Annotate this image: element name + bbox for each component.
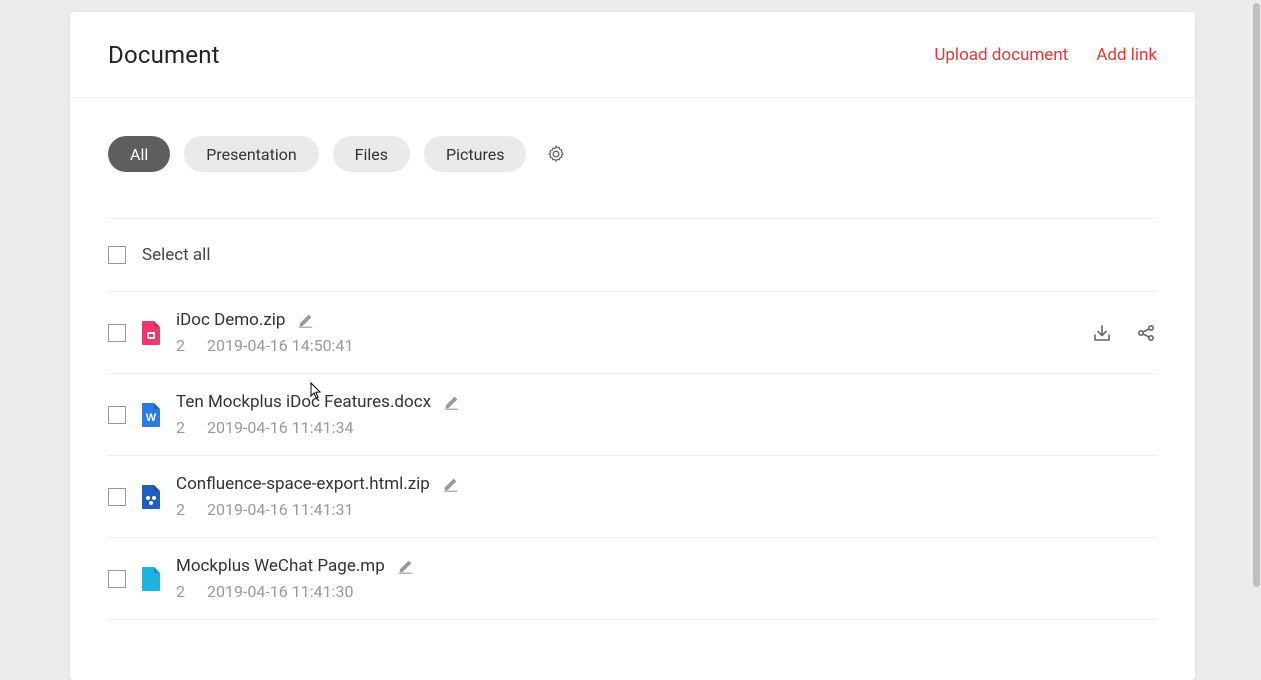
file-timestamp: 2019-04-16 14:50:41 [207,336,353,355]
file-count: 2 [176,418,185,437]
select-all-checkbox[interactable] [108,246,126,264]
file-meta: 2 2019-04-16 11:41:31 [176,500,1157,519]
file-timestamp: 2019-04-16 11:41:34 [207,418,353,437]
page-title: Document [108,41,220,69]
download-icon[interactable] [1091,322,1113,344]
file-checkbox[interactable] [108,488,126,506]
file-checkbox[interactable] [108,324,126,342]
file-count: 2 [176,582,185,601]
file-row[interactable]: iDoc Demo.zip 2 2019-04-16 14:50:41 [108,292,1157,374]
panel-header: Document Upload document Add link [70,12,1195,98]
upload-document-link[interactable]: Upload document [934,45,1068,65]
file-row[interactable]: Confluence-space-export.html.zip 2 2019-04… [108,456,1157,538]
row-actions [1091,322,1157,344]
tab-label: Files [355,145,388,164]
svg-text:W: W [146,412,157,424]
file-row[interactable]: W Ten Mockplus iDoc Features.docx 2 2019-04… [108,374,1157,456]
tab-label: Presentation [206,145,296,164]
gear-icon[interactable] [546,144,566,164]
file-list: iDoc Demo.zip 2 2019-04-16 14:50:41 W Ten Mo… [108,291,1157,620]
file-row[interactable]: Mockplus WeChat Page.mp 2 2019-04-16 11:41… [108,538,1157,620]
file-count: 2 [176,336,185,355]
file-type-icon [140,320,162,346]
file-info: Ten Mockplus iDoc Features.docx 2 2019-04-… [176,392,1157,437]
pencil-icon[interactable] [397,557,415,575]
file-info: Mockplus WeChat Page.mp 2 2019-04-16 11:41… [176,556,1157,601]
select-all-label: Select all [142,245,210,265]
filter-tabs: All Presentation Files Pictures [70,98,1195,172]
file-name: Mockplus WeChat Page.mp [176,556,385,576]
file-info: iDoc Demo.zip 2 2019-04-16 14:50:41 [176,310,1091,355]
share-icon[interactable] [1135,322,1157,344]
file-type-icon [140,566,162,592]
file-type-icon: W [140,402,162,428]
scrollbar-thumb[interactable] [1253,3,1260,587]
tab-presentation[interactable]: Presentation [184,136,318,172]
file-meta: 2 2019-04-16 11:41:34 [176,418,1157,437]
file-type-icon [140,484,162,510]
select-all-row: Select all [70,219,1195,291]
file-checkbox[interactable] [108,406,126,424]
file-name-line: Ten Mockplus iDoc Features.docx [176,392,1157,412]
file-name: iDoc Demo.zip [176,310,285,330]
document-panel: Document Upload document Add link All Pre… [70,12,1195,680]
tab-label: All [130,145,148,164]
file-name-line: Confluence-space-export.html.zip [176,474,1157,494]
file-name-line: iDoc Demo.zip [176,310,1091,330]
file-info: Confluence-space-export.html.zip 2 2019-04… [176,474,1157,519]
pencil-icon[interactable] [442,475,460,493]
tab-label: Pictures [446,145,504,164]
tab-files[interactable]: Files [333,136,410,172]
pencil-icon[interactable] [443,393,461,411]
file-name-line: Mockplus WeChat Page.mp [176,556,1157,576]
file-count: 2 [176,500,185,519]
tab-all[interactable]: All [108,136,170,172]
header-actions: Upload document Add link [934,45,1157,65]
file-meta: 2 2019-04-16 14:50:41 [176,336,1091,355]
file-name: Ten Mockplus iDoc Features.docx [176,392,431,412]
pencil-icon[interactable] [297,311,315,329]
file-checkbox[interactable] [108,570,126,588]
file-meta: 2 2019-04-16 11:41:30 [176,582,1157,601]
file-name: Confluence-space-export.html.zip [176,474,430,494]
file-timestamp: 2019-04-16 11:41:31 [207,500,353,519]
file-timestamp: 2019-04-16 11:41:30 [207,582,353,601]
tab-pictures[interactable]: Pictures [424,136,526,172]
add-link-link[interactable]: Add link [1096,45,1157,65]
